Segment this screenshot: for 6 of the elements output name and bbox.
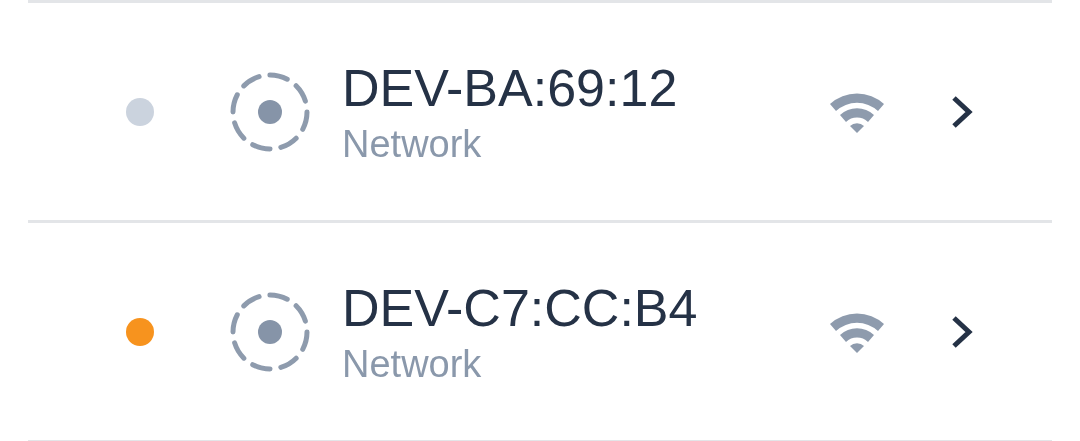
chevron-right-icon[interactable] [950, 313, 974, 350]
device-name: DEV-BA:69:12 [342, 57, 679, 119]
device-type: Network [342, 341, 483, 387]
device-name: DEV-C7:CC:B4 [342, 277, 699, 339]
chevron-right-icon[interactable] [950, 93, 974, 130]
device-type: Network [342, 121, 483, 167]
